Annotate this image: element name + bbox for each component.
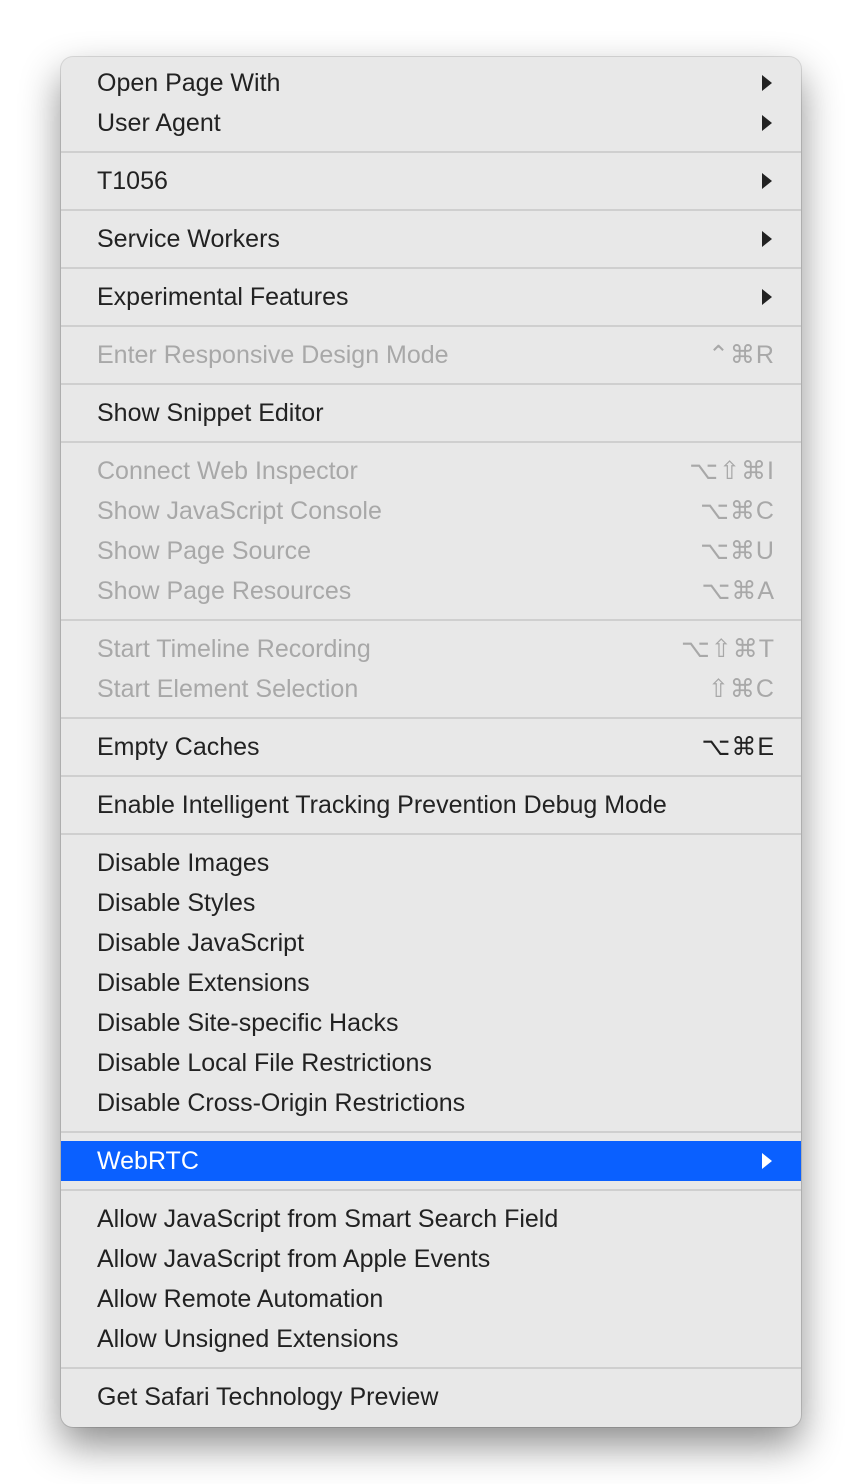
menu-item-label: Service Workers [97, 221, 747, 257]
menu-item-disable-site-hacks[interactable]: Disable Site-specific Hacks [61, 1003, 801, 1043]
menu-item-disable-images[interactable]: Disable Images [61, 843, 801, 883]
chevron-right-icon [759, 230, 775, 248]
menu-item-label: Experimental Features [97, 279, 747, 315]
menu-separator [61, 325, 801, 327]
menu-item-shortcut: ⌥⌘C [700, 493, 775, 529]
menu-item-label: Enter Responsive Design Mode [97, 337, 708, 373]
menu-item-service-workers[interactable]: Service Workers [61, 219, 801, 259]
menu-item-show-page-source: Show Page Source⌥⌘U [61, 531, 801, 571]
menu-item-label: Allow Remote Automation [97, 1281, 775, 1317]
menu-item-show-snippet-editor[interactable]: Show Snippet Editor [61, 393, 801, 433]
menu-item-label: Empty Caches [97, 729, 702, 765]
menu-separator [61, 1189, 801, 1191]
menu-item-label: User Agent [97, 105, 747, 141]
menu-item-label: Get Safari Technology Preview [97, 1379, 775, 1415]
menu-item-label: Disable Images [97, 845, 775, 881]
menu-item-start-element-selection: Start Element Selection⇧⌘C [61, 669, 801, 709]
menu-item-show-page-resources: Show Page Resources⌥⌘A [61, 571, 801, 611]
menu-item-allow-js-smart-search[interactable]: Allow JavaScript from Smart Search Field [61, 1199, 801, 1239]
menu-item-disable-local-file[interactable]: Disable Local File Restrictions [61, 1043, 801, 1083]
menu-item-experimental-features[interactable]: Experimental Features [61, 277, 801, 317]
chevron-right-icon [759, 114, 775, 132]
menu-item-label: Open Page With [97, 65, 747, 101]
menu-item-label: Disable Extensions [97, 965, 775, 1001]
chevron-right-icon [759, 288, 775, 306]
menu-item-label: Start Element Selection [97, 671, 708, 707]
menu-item-label: Show Page Resources [97, 573, 702, 609]
menu-item-label: Disable Local File Restrictions [97, 1045, 775, 1081]
menu-item-allow-unsigned-extensions[interactable]: Allow Unsigned Extensions [61, 1319, 801, 1359]
menu-item-label: Show Snippet Editor [97, 395, 775, 431]
menu-item-empty-caches[interactable]: Empty Caches⌥⌘E [61, 727, 801, 767]
develop-menu: Open Page With User Agent T1056 Service Wor… [61, 57, 801, 1427]
menu-item-enter-responsive-design-mode: Enter Responsive Design Mode⌃⌘R [61, 335, 801, 375]
menu-item-label: Start Timeline Recording [97, 631, 681, 667]
menu-item-label: Show JavaScript Console [97, 493, 700, 529]
menu-item-label: Disable Cross-Origin Restrictions [97, 1085, 775, 1121]
menu-item-webrtc[interactable]: WebRTC [61, 1141, 801, 1181]
menu-item-shortcut: ⌥⌘A [702, 573, 775, 609]
menu-separator [61, 833, 801, 835]
menu-item-label: Connect Web Inspector [97, 453, 689, 489]
menu-separator [61, 151, 801, 153]
menu-separator [61, 267, 801, 269]
menu-item-disable-styles[interactable]: Disable Styles [61, 883, 801, 923]
menu-separator [61, 209, 801, 211]
menu-item-shortcut: ⌥⌘U [700, 533, 775, 569]
menu-item-shortcut: ⌥⇧⌘T [681, 631, 775, 667]
menu-separator [61, 441, 801, 443]
menu-item-open-page-with[interactable]: Open Page With [61, 63, 801, 103]
menu-separator [61, 619, 801, 621]
menu-item-label: Allow Unsigned Extensions [97, 1321, 775, 1357]
menu-item-enable-itp-debug[interactable]: Enable Intelligent Tracking Prevention D… [61, 785, 801, 825]
stage: Open Page With User Agent T1056 Service Wor… [0, 0, 862, 1484]
menu-item-label: Allow JavaScript from Apple Events [97, 1241, 775, 1277]
menu-separator [61, 383, 801, 385]
menu-item-label: T1056 [97, 163, 747, 199]
menu-separator [61, 1367, 801, 1369]
menu-item-label: WebRTC [97, 1143, 747, 1179]
chevron-right-icon [759, 74, 775, 92]
menu-item-label: Disable Styles [97, 885, 775, 921]
menu-separator [61, 775, 801, 777]
menu-item-shortcut: ⌥⇧⌘I [689, 453, 775, 489]
menu-item-disable-extensions[interactable]: Disable Extensions [61, 963, 801, 1003]
menu-item-connect-web-inspector: Connect Web Inspector⌥⇧⌘I [61, 451, 801, 491]
menu-item-label: Enable Intelligent Tracking Prevention D… [97, 787, 775, 823]
menu-item-disable-cross-origin[interactable]: Disable Cross-Origin Restrictions [61, 1083, 801, 1123]
menu-item-shortcut: ⌃⌘R [708, 337, 775, 373]
menu-item-t1056[interactable]: T1056 [61, 161, 801, 201]
menu-separator [61, 1131, 801, 1133]
menu-item-disable-javascript[interactable]: Disable JavaScript [61, 923, 801, 963]
menu-item-label: Allow JavaScript from Smart Search Field [97, 1201, 775, 1237]
menu-item-shortcut: ⇧⌘C [708, 671, 775, 707]
menu-item-start-timeline-recording: Start Timeline Recording⌥⇧⌘T [61, 629, 801, 669]
menu-item-label: Show Page Source [97, 533, 700, 569]
menu-item-shortcut: ⌥⌘E [702, 729, 775, 765]
chevron-right-icon [759, 172, 775, 190]
menu-item-label: Disable Site-specific Hacks [97, 1005, 775, 1041]
menu-item-label: Disable JavaScript [97, 925, 775, 961]
menu-item-allow-js-apple-events[interactable]: Allow JavaScript from Apple Events [61, 1239, 801, 1279]
menu-item-user-agent[interactable]: User Agent [61, 103, 801, 143]
menu-item-allow-remote-automation[interactable]: Allow Remote Automation [61, 1279, 801, 1319]
menu-item-show-js-console: Show JavaScript Console⌥⌘C [61, 491, 801, 531]
chevron-right-icon [759, 1152, 775, 1170]
menu-separator [61, 717, 801, 719]
menu-item-get-stp[interactable]: Get Safari Technology Preview [61, 1377, 801, 1417]
